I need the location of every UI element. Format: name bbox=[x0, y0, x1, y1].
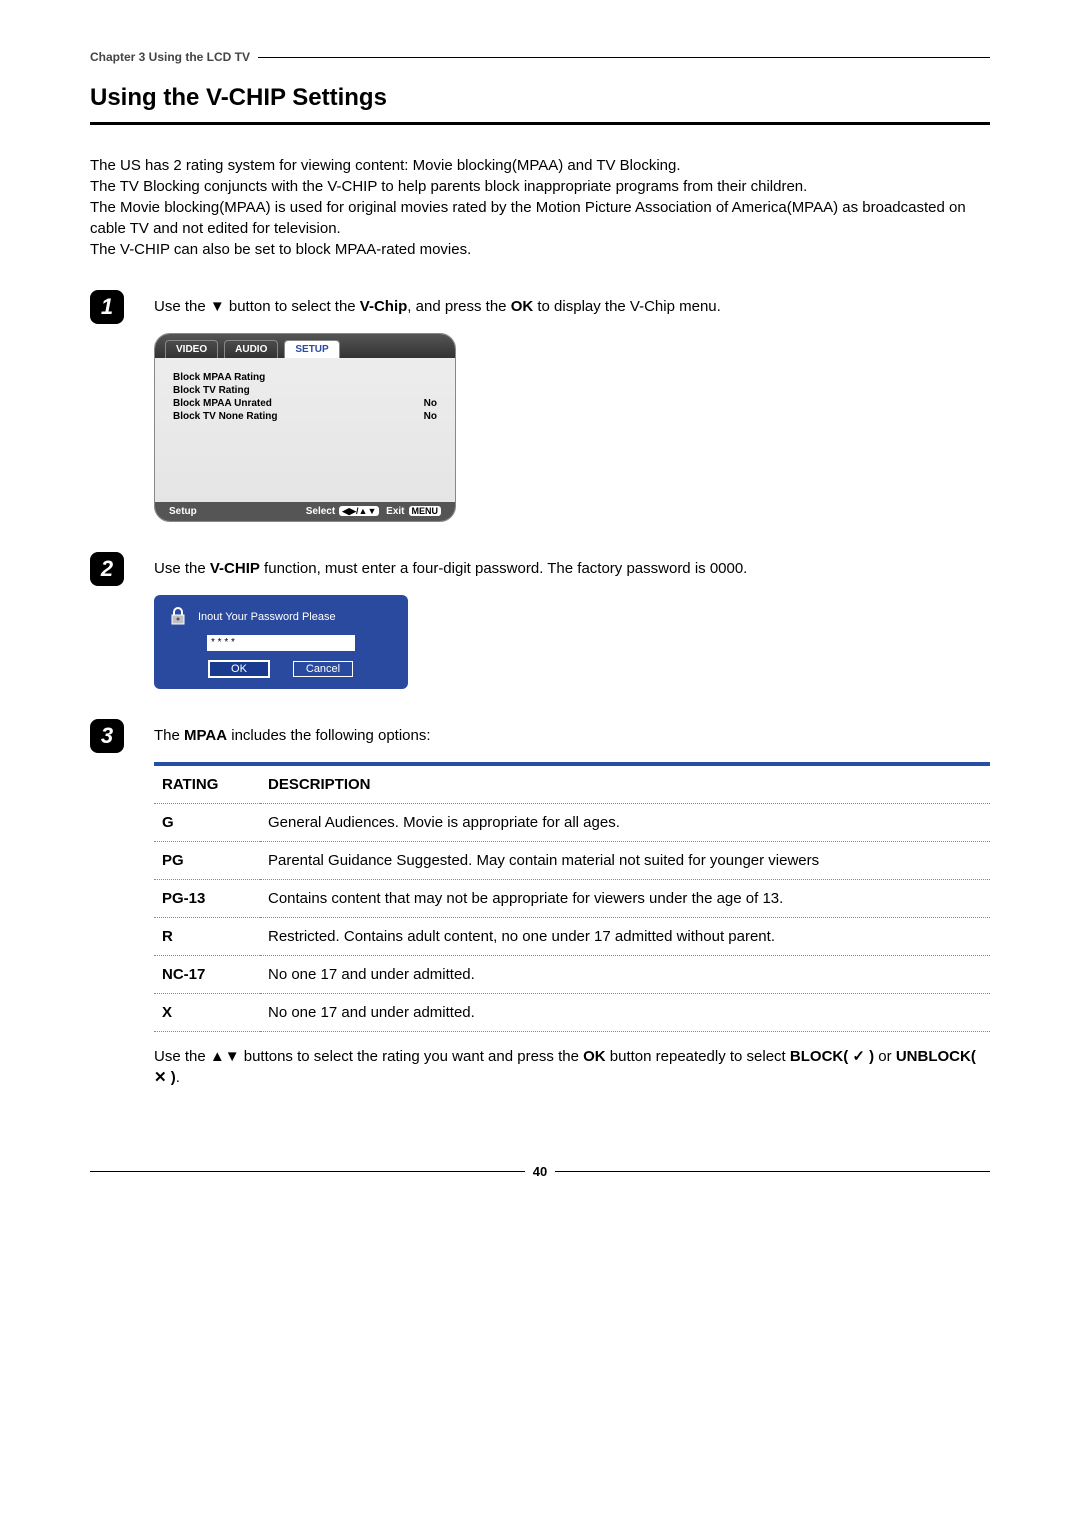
menu-key-icon: MENU bbox=[409, 506, 442, 516]
osd-footer: Setup Select◀▶/▲▼ ExitMENU bbox=[155, 502, 455, 521]
chapter-header: Chapter 3 Using the LCD TV bbox=[90, 50, 250, 64]
password-ok-button[interactable]: OK bbox=[209, 661, 269, 677]
intro-line: The V-CHIP can also be set to block MPAA… bbox=[90, 239, 990, 260]
page-title: Using the V-CHIP Settings bbox=[90, 84, 990, 112]
table-row: GGeneral Audiences. Movie is appropriate… bbox=[154, 804, 990, 842]
step1-text: Use the ▼ button to select the V-Chip, a… bbox=[154, 296, 990, 317]
step-3: 3 The MPAA includes the following option… bbox=[90, 719, 990, 1104]
header-rule bbox=[258, 57, 990, 58]
footer-rule-left bbox=[90, 1171, 525, 1172]
step-badge-2: 2 bbox=[90, 552, 124, 586]
intro-line: The TV Blocking conjuncts with the V-CHI… bbox=[90, 176, 990, 197]
lock-key-icon bbox=[166, 605, 190, 629]
page-number: 40 bbox=[533, 1164, 547, 1179]
page-footer: 40 bbox=[90, 1164, 990, 1179]
table-row: PG-13Contains content that may not be ap… bbox=[154, 880, 990, 918]
password-header: Inout Your Password Please bbox=[166, 605, 396, 629]
table-row: XNo one 17 and under admitted. bbox=[154, 994, 990, 1032]
password-dialog: Inout Your Password Please * * * * OK Ca… bbox=[154, 595, 408, 689]
osd-row[interactable]: Block TV None RatingNo bbox=[173, 411, 437, 422]
ratings-table: RATING DESCRIPTION GGeneral Audiences. M… bbox=[154, 766, 990, 1032]
table-header-row: RATING DESCRIPTION bbox=[154, 766, 990, 804]
intro-line: The Movie blocking(MPAA) is used for ori… bbox=[90, 197, 990, 239]
footer-rule-right bbox=[555, 1171, 990, 1172]
osd-menu: VIDEO AUDIO SETUP Block MPAA Rating Bloc… bbox=[154, 333, 456, 522]
step-badge-3: 3 bbox=[90, 719, 124, 753]
table-row: PGParental Guidance Suggested. May conta… bbox=[154, 842, 990, 880]
intro-block: The US has 2 rating system for viewing c… bbox=[90, 155, 990, 260]
osd-tab-setup[interactable]: SETUP bbox=[284, 340, 339, 358]
osd-row[interactable]: Block MPAA Rating bbox=[173, 372, 437, 383]
th-description: DESCRIPTION bbox=[260, 766, 990, 804]
osd-tab-video[interactable]: VIDEO bbox=[165, 340, 218, 358]
tail-text: Use the ▲▼ buttons to select the rating … bbox=[154, 1046, 990, 1088]
password-buttons: OK Cancel bbox=[166, 661, 396, 677]
table-row: NC-17No one 17 and under admitted. bbox=[154, 956, 990, 994]
osd-tab-audio[interactable]: AUDIO bbox=[224, 340, 278, 358]
step-badge-1: 1 bbox=[90, 290, 124, 324]
password-input[interactable]: * * * * bbox=[207, 635, 355, 651]
osd-footer-controls: Select◀▶/▲▼ ExitMENU bbox=[302, 506, 441, 517]
osd-content: Block MPAA Rating Block TV Rating Block … bbox=[155, 358, 455, 502]
arrows-key-icon: ◀▶/▲▼ bbox=[339, 506, 379, 516]
intro-line: The US has 2 rating system for viewing c… bbox=[90, 155, 990, 176]
osd-row[interactable]: Block MPAA UnratedNo bbox=[173, 398, 437, 409]
title-rule bbox=[90, 122, 990, 125]
step-1: 1 Use the ▼ button to select the V-Chip,… bbox=[90, 290, 990, 522]
step2-text: Use the V-CHIP function, must enter a fo… bbox=[154, 558, 990, 579]
osd-tabs: VIDEO AUDIO SETUP bbox=[155, 334, 455, 358]
osd-row[interactable]: Block TV Rating bbox=[173, 385, 437, 396]
step-2: 2 Use the V-CHIP function, must enter a … bbox=[90, 552, 990, 689]
osd-footer-left: Setup bbox=[169, 506, 197, 517]
ratings-table-wrap: RATING DESCRIPTION GGeneral Audiences. M… bbox=[154, 762, 990, 1032]
chapter-header-line: Chapter 3 Using the LCD TV bbox=[90, 50, 990, 64]
password-title: Inout Your Password Please bbox=[198, 611, 336, 623]
password-cancel-button[interactable]: Cancel bbox=[293, 661, 353, 677]
th-rating: RATING bbox=[154, 766, 260, 804]
step3-text: The MPAA includes the following options: bbox=[154, 725, 990, 746]
table-row: RRestricted. Contains adult content, no … bbox=[154, 918, 990, 956]
